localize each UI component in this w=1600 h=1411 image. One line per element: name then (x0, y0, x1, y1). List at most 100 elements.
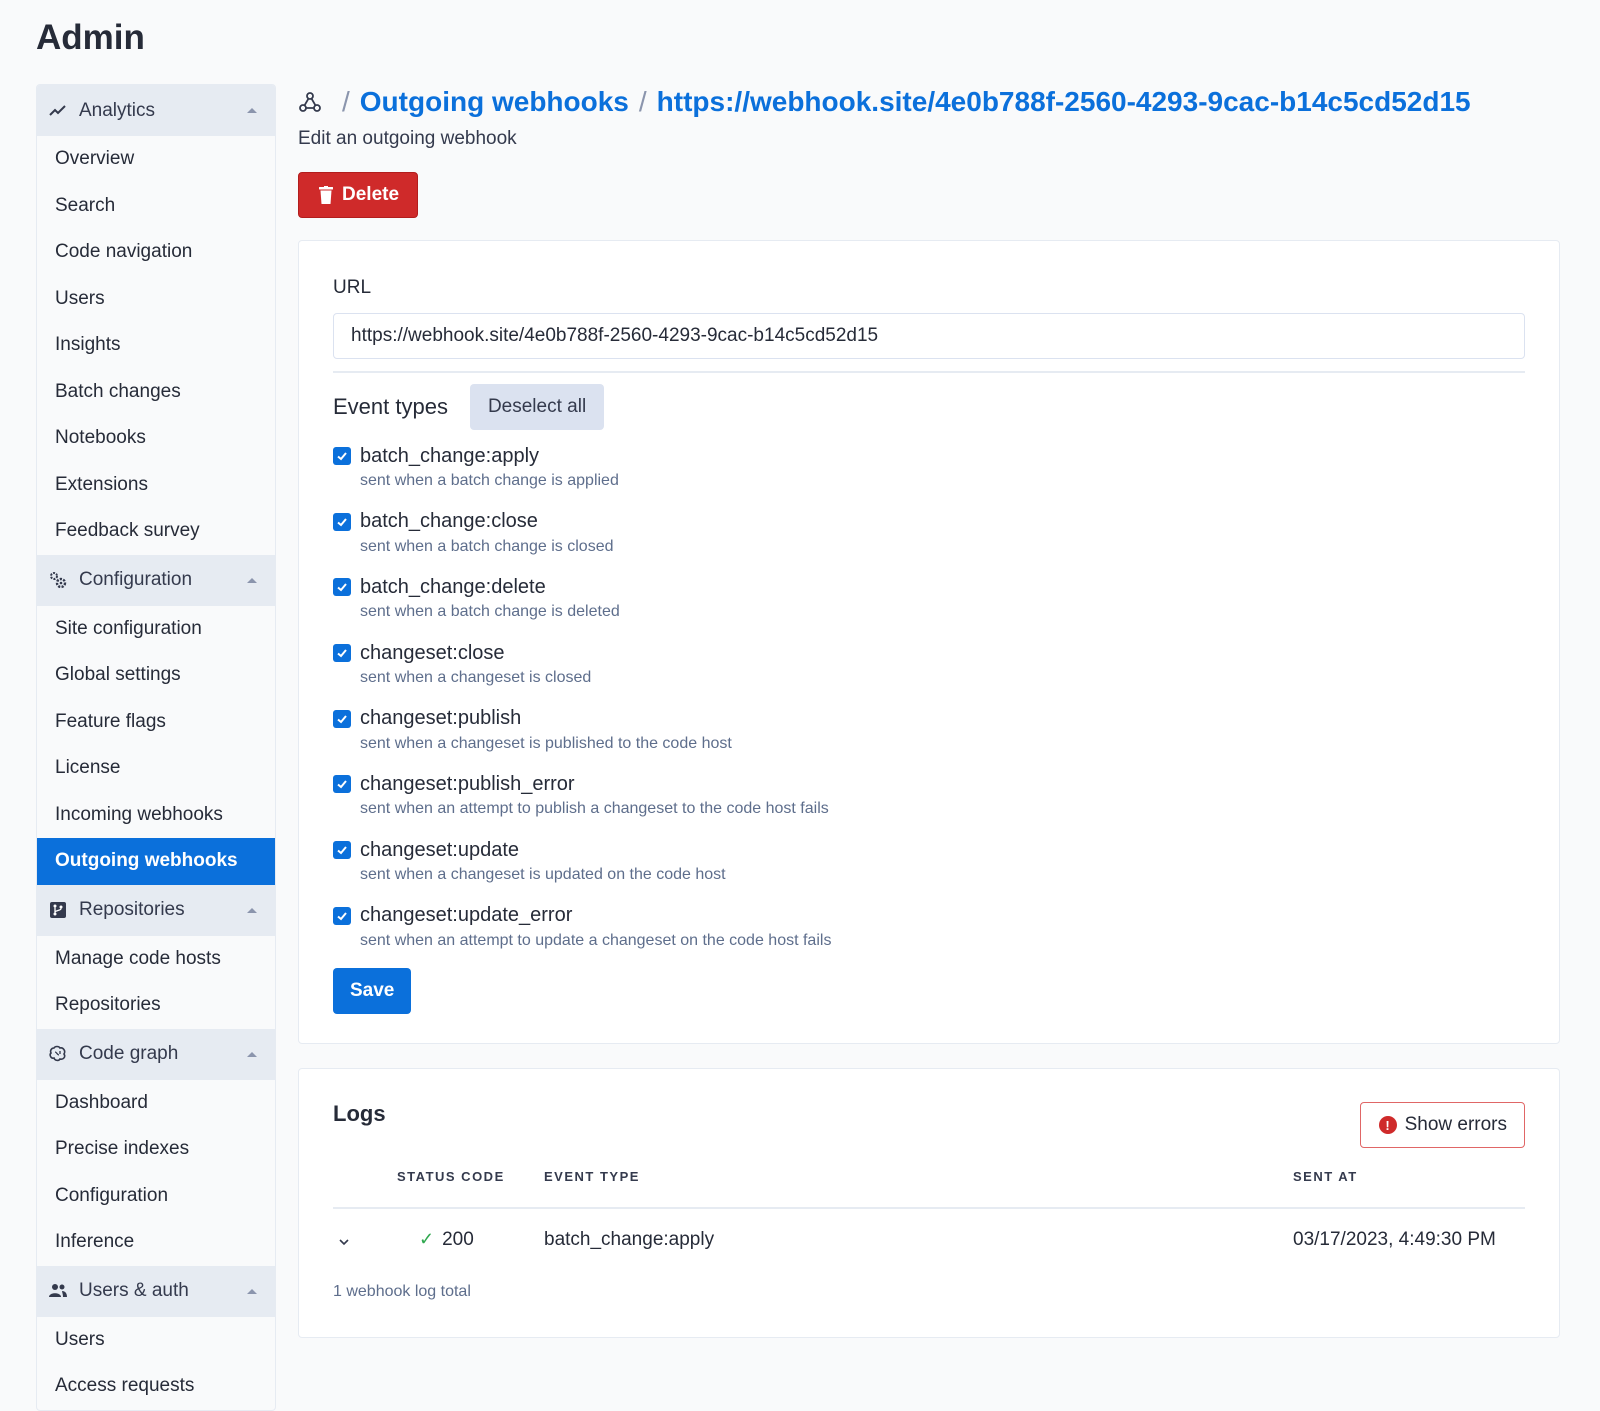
sidebar-item-manage-code-hosts[interactable]: Manage code hosts (37, 936, 275, 983)
logs-table-header: STATUS CODE EVENT TYPE SENT AT (333, 1167, 1525, 1209)
save-button[interactable]: Save (333, 967, 412, 1014)
event-checkbox[interactable] (333, 709, 351, 728)
sidebar-group-label: Configuration (79, 569, 193, 590)
event-types-heading: Event types (333, 394, 448, 419)
breadcrumb-outgoing-webhooks[interactable]: Outgoing webhooks (360, 86, 629, 118)
event-type-item: changeset:publish sent when a changeset i… (333, 705, 1525, 771)
brain-icon (47, 1043, 69, 1065)
event-checkbox[interactable] (333, 512, 351, 531)
event-name[interactable]: changeset:update (360, 839, 519, 862)
sidebar-item-batch-changes[interactable]: Batch changes (37, 369, 275, 416)
page-subtitle: Edit an outgoing webhook (298, 128, 517, 149)
sidebar-item-users[interactable]: Users (37, 276, 275, 323)
sidebar-item-outgoing-webhooks[interactable]: Outgoing webhooks (37, 838, 275, 885)
url-input[interactable] (333, 313, 1525, 359)
sidebar-item-insights[interactable]: Insights (37, 322, 275, 369)
sidebar-item-license[interactable]: License (37, 745, 275, 792)
checkmark-icon (337, 649, 347, 658)
event-checkbox[interactable] (333, 578, 351, 597)
event-checkbox[interactable] (333, 775, 351, 794)
breadcrumb-webhook-url[interactable]: https://webhook.site/4e0b788f-2560-4293-… (657, 86, 1471, 118)
sidebar-item-search[interactable]: Search (37, 183, 275, 230)
breadcrumb: / Outgoing webhooks / https://webhook.si… (298, 84, 1560, 120)
check-icon: ✓ (419, 1229, 435, 1249)
event-description: sent when an attempt to publish a change… (360, 800, 829, 818)
sidebar-item-extensions[interactable]: Extensions (37, 462, 275, 509)
sidebar-item-precise-indexes[interactable]: Precise indexes (37, 1126, 275, 1173)
deselect-all-button[interactable]: Deselect all (469, 384, 605, 430)
event-description: sent when a changeset is published to th… (360, 734, 732, 752)
event-checkbox[interactable] (333, 906, 351, 925)
sidebar-item-feature-flags[interactable]: Feature flags (37, 699, 275, 746)
event-type-item: changeset:close sent when a changeset is … (333, 639, 1525, 705)
sidebar-group-users-auth[interactable]: Users & auth (37, 1265, 275, 1317)
status-code: 200 (442, 1229, 474, 1250)
sidebar-item-site-configuration[interactable]: Site configuration (37, 606, 275, 653)
event-name[interactable]: batch_change:apply (360, 445, 539, 468)
event-description: sent when an attempt to update a changes… (360, 931, 832, 949)
sidebar-group-repositories[interactable]: Repositories (37, 884, 275, 936)
event-name[interactable]: changeset:update_error (360, 904, 572, 927)
trash-icon (319, 186, 333, 204)
chevron-down-icon[interactable] (337, 1235, 351, 1249)
event-type-item: changeset:update_errorsent when an attem… (333, 902, 1525, 968)
event-description: sent when a batch change is applied (360, 472, 619, 489)
sidebar-item-code-navigation[interactable]: Code navigation (37, 229, 275, 276)
event-checkbox[interactable] (333, 447, 351, 465)
sidebar-group-label: Repositories (79, 899, 185, 920)
checkmark-icon (337, 780, 347, 789)
breadcrumb-separator: / (638, 86, 647, 117)
column-sent-at: SENT AT (1293, 1169, 1358, 1184)
sidebar-item-repositories[interactable]: Repositories (37, 982, 275, 1029)
sidebar-item-incoming-webhooks[interactable]: Incoming webhooks (37, 792, 275, 839)
show-errors-button[interactable]: ! Show errors (1359, 1102, 1525, 1148)
sent-at-cell: 03/17/2023, 4:49:30 PM (1293, 1229, 1496, 1250)
sidebar-item-users[interactable]: Users (37, 1317, 275, 1364)
checkmark-icon (337, 715, 347, 724)
caret-up-icon[interactable] (247, 577, 257, 583)
event-type-item: batch_change:delete sent when a batch cha… (333, 573, 1525, 639)
caret-up-icon[interactable] (247, 108, 257, 113)
event-name[interactable]: batch_change:delete (360, 576, 546, 599)
caret-up-icon[interactable] (247, 1288, 257, 1294)
sidebar-item-notebooks[interactable]: Notebooks (37, 415, 275, 462)
event-checkbox[interactable] (333, 841, 351, 860)
sidebar-item-overview[interactable]: Overview (37, 136, 275, 183)
sidebar-group-label: Users & auth (79, 1280, 189, 1301)
logs-heading: Logs (333, 1101, 386, 1126)
account-multiple-icon (47, 1280, 69, 1302)
url-label: URL (333, 277, 372, 298)
sidebar: Analytics Overview Search Code navigation Us… (36, 84, 276, 1411)
sidebar-item-feedback-survey[interactable]: Feedback survey (37, 508, 275, 555)
divider (333, 371, 1525, 373)
sidebar-item-global-settings[interactable]: Global settings (37, 652, 275, 699)
sidebar-group-label: Analytics (79, 99, 156, 121)
column-status-code: STATUS CODE (397, 1169, 505, 1184)
caret-up-icon[interactable] (247, 907, 257, 913)
caret-up-icon[interactable] (247, 1051, 257, 1057)
event-checkbox[interactable] (333, 644, 351, 663)
sidebar-item-inference[interactable]: Inference (37, 1219, 275, 1266)
checkmark-icon (337, 583, 347, 592)
event-name[interactable]: changeset:publish_error (360, 773, 575, 796)
cogs-icon (47, 569, 69, 591)
event-type-item: batch_change:close sent when a batch chan… (333, 508, 1525, 574)
checkmark-icon (337, 518, 347, 527)
webhook-icon (298, 90, 322, 114)
event-name[interactable]: changeset:publish (360, 707, 521, 730)
event-types-list: batch_change:applysent when a batch chan… (333, 442, 1525, 968)
main-content: / Outgoing webhooks / https://webhook.si… (298, 84, 1560, 1338)
sidebar-group-code-graph[interactable]: Code graph (37, 1028, 275, 1080)
delete-button[interactable]: Delete (298, 172, 419, 218)
sidebar-item-access-requests[interactable]: Access requests (37, 1363, 275, 1410)
checkmark-icon (337, 846, 347, 855)
table-row[interactable]: ✓ 200 batch_change:apply 03/17/2023, 4:49… (333, 1229, 1525, 1259)
event-type-item: changeset:update sent when a changeset is… (333, 836, 1525, 902)
sidebar-item-dashboard[interactable]: Dashboard (37, 1080, 275, 1127)
event-name[interactable]: changeset:close (360, 642, 505, 665)
event-name[interactable]: batch_change:close (360, 510, 538, 533)
sidebar-item-configuration[interactable]: Configuration (37, 1173, 275, 1220)
sidebar-group-configuration[interactable]: Configuration (37, 554, 275, 606)
sidebar-group-analytics[interactable]: Analytics (37, 85, 275, 136)
chart-line-icon (47, 100, 69, 122)
